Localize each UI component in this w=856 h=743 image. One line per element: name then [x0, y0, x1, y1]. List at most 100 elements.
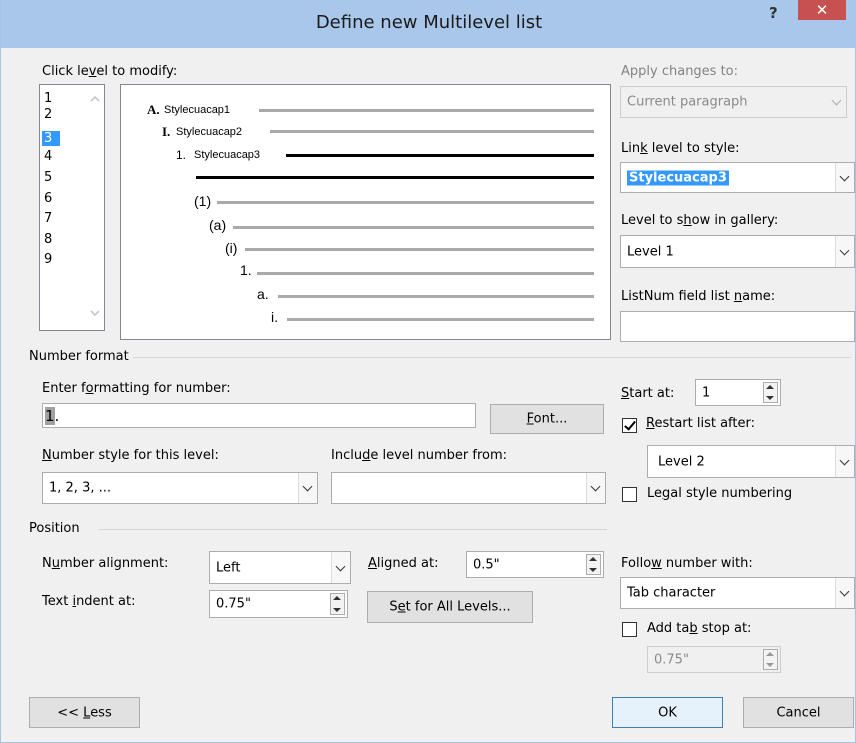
cancel-button[interactable]: Cancel: [743, 697, 854, 728]
number-style-dropdown[interactable]: 1, 2, 3, ...: [42, 472, 318, 504]
level-item-9[interactable]: 9: [42, 252, 60, 267]
less-button[interactable]: << Less: [29, 697, 140, 728]
level-item-7[interactable]: 7: [42, 211, 60, 226]
preview-line-3b: [196, 176, 594, 179]
preview-line-7: [257, 272, 594, 275]
scroll-arrows-icon: [90, 95, 100, 317]
spin-arrows-icon[interactable]: [586, 554, 601, 575]
preview-text-3: Stylecuacap3: [194, 149, 261, 161]
text-indent-spinner[interactable]: 0.75": [209, 590, 348, 618]
spin-arrows-icon[interactable]: [763, 649, 778, 670]
link-level-dropdown[interactable]: Stylecuacap3: [620, 162, 855, 193]
aligned-at-label: Aligned at:: [368, 556, 439, 571]
list-preview: A. Stylecuacap1 I. Stylecuacap2 1. Style…: [120, 84, 611, 340]
position-heading: Position: [29, 521, 80, 536]
chevron-down-icon: [835, 236, 854, 267]
chevron-down-icon: [835, 163, 854, 192]
preview-line-1: [259, 109, 594, 112]
chevron-down-icon: [298, 473, 317, 503]
apply-changes-value: Current paragraph: [627, 94, 748, 110]
number-style-label: Number style for this level:: [42, 448, 219, 463]
start-at-label: Start at:: [621, 386, 675, 401]
link-level-value: Stylecuacap3: [627, 170, 729, 185]
include-level-dropdown[interactable]: [331, 472, 606, 504]
level-gallery-value: Level 1: [627, 244, 674, 259]
title-bar: Define new Multilevel list ? ✕: [1, 0, 856, 48]
preview-num-6: (i): [225, 240, 238, 256]
restart-list-label: Restart list after:: [646, 416, 755, 431]
level-item-1[interactable]: 1: [42, 91, 60, 106]
format-number-token: 1: [45, 406, 55, 425]
enter-format-label: Enter formatting for number:: [42, 381, 231, 396]
spin-arrows-icon[interactable]: [330, 593, 345, 615]
apply-changes-label: Apply changes to:: [621, 64, 739, 79]
preview-line-6: [245, 248, 594, 251]
close-button[interactable]: ✕: [798, 0, 846, 20]
set-for-all-levels-button[interactable]: Set for All Levels...: [367, 591, 533, 623]
preview-num-4: (1): [194, 193, 212, 209]
tab-stop-value: 0.75": [654, 652, 689, 667]
chevron-down-icon: [586, 473, 605, 503]
add-tab-stop-label: Add tab stop at:: [647, 621, 752, 636]
number-alignment-value: Left: [216, 560, 241, 575]
position-divider: [99, 529, 607, 530]
number-alignment-dropdown[interactable]: Left: [209, 551, 351, 584]
preview-line-4: [217, 201, 594, 204]
tab-stop-spinner[interactable]: 0.75": [647, 646, 781, 673]
preview-text-1: Stylecuacap1: [164, 104, 231, 116]
level-item-8[interactable]: 8: [42, 232, 60, 247]
spin-arrows-icon[interactable]: [763, 382, 778, 403]
legal-numbering-checkbox[interactable]: [622, 487, 637, 502]
help-button[interactable]: ?: [769, 4, 778, 22]
chevron-down-icon: [828, 87, 846, 117]
preview-num-7: 1.: [240, 262, 252, 278]
level-item-3[interactable]: 3: [42, 131, 60, 146]
preview-line-5: [233, 226, 594, 229]
restart-list-checkbox[interactable]: [622, 418, 637, 433]
number-format-input[interactable]: 1.: [42, 403, 476, 428]
level-item-5[interactable]: 5: [42, 170, 60, 185]
preview-num-2: I.: [162, 124, 171, 139]
format-suffix: .: [54, 406, 60, 425]
level-gallery-dropdown[interactable]: Level 1: [620, 235, 855, 268]
number-style-value: 1, 2, 3, ...: [49, 480, 112, 496]
level-listbox[interactable]: 1 2 3 4 5 6 7 8 9: [39, 84, 105, 331]
text-indent-value: 0.75": [216, 596, 251, 612]
number-alignment-label: Number alignment:: [42, 556, 169, 571]
restart-after-value: Level 2: [658, 454, 705, 469]
preview-line-8: [278, 295, 594, 298]
apply-changes-dropdown[interactable]: Current paragraph: [620, 86, 847, 118]
listnum-input[interactable]: [620, 311, 855, 342]
preview-num-8: a.: [257, 286, 269, 302]
level-item-4[interactable]: 4: [42, 149, 60, 164]
preview-num-3: 1.: [176, 148, 187, 162]
ok-button[interactable]: OK: [612, 697, 723, 728]
follow-number-dropdown[interactable]: Tab character: [620, 577, 855, 609]
start-at-value: 1: [702, 385, 711, 400]
preview-text-2: Stylecuacap2: [176, 126, 243, 138]
preview-num-1: A.: [147, 102, 160, 117]
aligned-at-value: 0.5": [473, 557, 500, 572]
restart-after-dropdown[interactable]: Level 2: [647, 445, 855, 478]
level-list-scrollbar[interactable]: [86, 85, 104, 330]
level-item-6[interactable]: 6: [42, 191, 60, 206]
chevron-down-icon: [331, 552, 350, 583]
dialog-title: Define new Multilevel list: [315, 12, 543, 33]
preview-num-9: i.: [271, 309, 278, 325]
add-tab-stop-checkbox[interactable]: [622, 622, 637, 637]
start-at-spinner[interactable]: 1: [695, 379, 781, 406]
listnum-label: ListNum field list name:: [621, 289, 776, 304]
level-item-2[interactable]: 2: [42, 107, 60, 122]
include-level-label: Include level number from:: [331, 448, 508, 463]
text-indent-label: Text indent at:: [42, 594, 136, 609]
preview-num-5: (a): [209, 217, 227, 233]
follow-number-label: Follow number with:: [621, 556, 753, 571]
aligned-at-spinner[interactable]: 0.5": [466, 551, 604, 578]
number-format-heading: Number format: [29, 349, 129, 364]
preview-line-9: [287, 318, 594, 321]
font-button[interactable]: Font...: [490, 404, 604, 434]
legal-numbering-label: Legal style numbering: [647, 486, 793, 501]
preview-line-3: [286, 154, 594, 157]
level-gallery-label: Level to show in gallery:: [621, 213, 779, 228]
dialog-window: Define new Multilevel list ? ✕ Click lev…: [0, 0, 856, 743]
